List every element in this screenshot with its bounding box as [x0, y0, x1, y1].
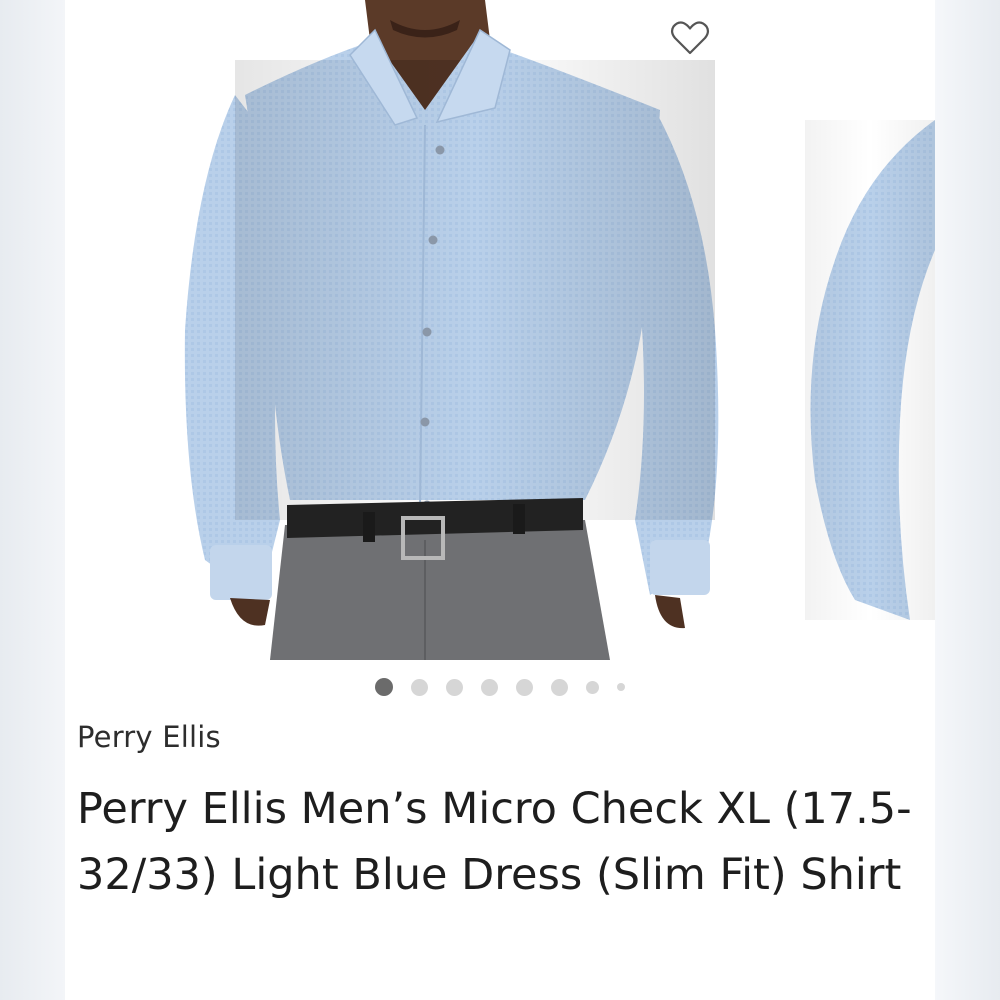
carousel-dot[interactable]: [551, 678, 568, 696]
product-title: Perry Ellis Men’s Micro Check XL (17.5-3…: [77, 784, 912, 900]
carousel-dot[interactable]: [411, 678, 428, 696]
carousel-dot[interactable]: [446, 678, 463, 696]
heart-outline-icon: [670, 21, 710, 55]
carousel-pagination: [65, 676, 935, 698]
product-image-carousel[interactable]: [65, 0, 935, 660]
carousel-dot[interactable]: [586, 680, 599, 694]
carousel-dot[interactable]: [617, 683, 625, 691]
page-margin-left: [0, 0, 65, 1000]
carousel-dot[interactable]: [516, 678, 533, 696]
carousel-dot[interactable]: [481, 678, 498, 696]
carousel-dot[interactable]: [375, 678, 393, 696]
brand-name[interactable]: Perry Ellis: [77, 720, 221, 754]
product-photo: [184, 0, 935, 660]
product-card: Perry Ellis Perry Ellis Men’s Micro Chec…: [65, 0, 935, 1000]
favorite-button[interactable]: [670, 20, 716, 66]
page-margin-right: [935, 0, 1000, 1000]
